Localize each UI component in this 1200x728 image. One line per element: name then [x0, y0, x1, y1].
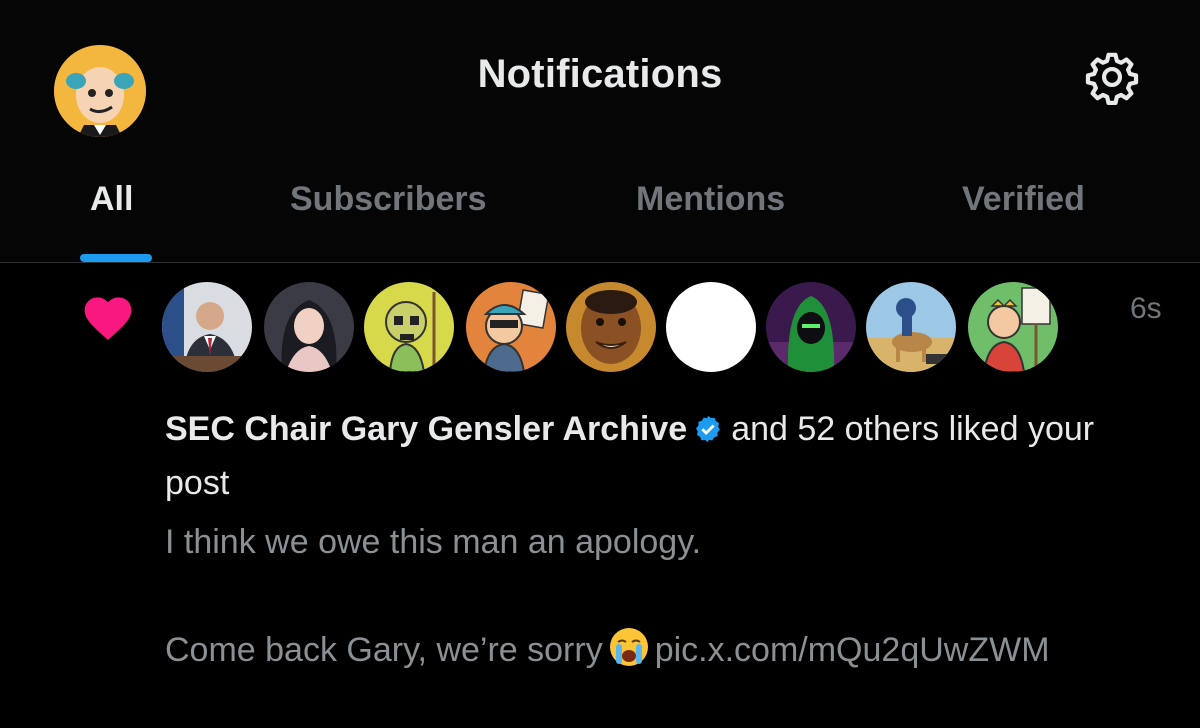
avatar-desert-camel[interactable]: [866, 282, 956, 372]
avatar-blank-white[interactable]: [666, 282, 756, 372]
tab-mentions[interactable]: Mentions: [636, 180, 785, 219]
avatar-woman-photo[interactable]: [264, 282, 354, 372]
post-link[interactable]: pic.x.com/mQu2qUwZWM: [655, 631, 1050, 669]
avatar-yellow-robot[interactable]: [364, 282, 454, 372]
avatar-cartoon-sign[interactable]: [466, 282, 556, 372]
notification-summary: SEC Chair Gary Gensler Archive and 52 oth…: [165, 402, 1125, 510]
page-title: Notifications: [477, 52, 723, 96]
heart-icon: [80, 290, 136, 342]
post-text: Come back Gary, we’re sorry: [165, 631, 603, 669]
post-preview[interactable]: I think we owe this man an apology. Come…: [165, 515, 1145, 677]
liker-avatars: [162, 282, 1062, 372]
gear-icon[interactable]: [1084, 49, 1140, 105]
active-tab-indicator: [80, 254, 152, 262]
post-text-line: Come back Gary, we’re sorry pic.x.com/mQu…: [165, 623, 1145, 677]
actor-name[interactable]: SEC Chair Gary Gensler Archive: [165, 410, 687, 448]
tab-subscribers[interactable]: Subscribers: [290, 180, 487, 219]
verified-badge-icon: [693, 406, 723, 443]
avatar-green-hooded-figure[interactable]: [766, 282, 856, 372]
post-text-line: I think we owe this man an apology.: [165, 523, 702, 561]
avatar-painted-face[interactable]: [566, 282, 656, 372]
tab-verified[interactable]: Verified: [962, 180, 1085, 219]
avatar-cartoon-sign-2[interactable]: [968, 282, 1058, 372]
notification-time: 6s: [1130, 292, 1162, 325]
crying-face-emoji: [609, 627, 649, 667]
tab-all[interactable]: All: [90, 180, 133, 219]
tab-bar: All Subscribers Mentions Verified: [0, 180, 1200, 262]
avatar-man-in-suit[interactable]: [162, 282, 252, 372]
